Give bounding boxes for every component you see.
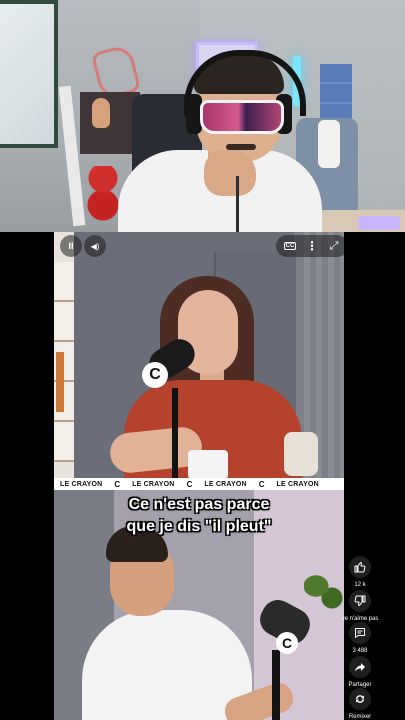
room-window [0,0,58,148]
microphone-logo: C [142,362,168,388]
remix-icon [356,695,364,703]
like-count: 12 k [354,582,366,588]
share-icon [355,663,365,672]
like-button[interactable] [349,556,371,578]
remix-label: Remixer [348,714,372,720]
comment-button[interactable] [349,622,371,644]
share-button[interactable] [349,656,371,678]
thumb-up-icon [354,562,366,573]
comment-icon [355,628,365,638]
ticker-item: LE CRAYON [276,480,319,488]
fullscreen-icon: ⤢ [329,239,339,252]
ticker-logo: C [258,479,265,489]
floor-mat [358,216,400,230]
player-options: CC ⋮ ⤢ [276,235,344,257]
caption-line-2: que je dis "il pleut" [126,518,272,535]
remix-button[interactable] [349,688,371,710]
streamer-webcam [0,0,405,232]
dislike-action[interactable]: Je n'aime pas [342,590,378,622]
headphone-cable [236,176,239,232]
more-options-button[interactable]: ⋮ [302,235,322,257]
volume-button[interactable]: ◀) [84,235,106,257]
plant [304,570,344,610]
captions-icon: CC [283,242,297,250]
video-caption: Ce n'est pas parce que je dis "il pleut" [54,494,344,538]
dislike-button[interactable] [349,590,371,612]
host-microphone-logo: C [276,632,298,654]
volume-icon: ◀) [90,241,100,251]
like-action[interactable]: 12 k [344,556,376,588]
red-decor [86,166,120,226]
comment-action[interactable]: 3 488 [344,622,376,654]
more-vert-icon: ⋮ [306,239,318,253]
mannequin-head [92,98,110,128]
video-player[interactable]: C II ◀) CC ⋮ ⤢ LE CRAYON C LE CRAYON C L… [54,232,344,720]
share-action[interactable]: Partager [344,656,376,688]
brand-ticker: LE CRAYON C LE CRAYON C LE CRAYON C LE C… [54,478,344,490]
armchair [284,432,318,476]
fullscreen-button[interactable]: ⤢ [324,235,344,257]
ticker-logo: C [186,479,193,489]
remix-action[interactable]: Remixer [344,688,376,720]
podcast-scene-guest: C [54,232,344,484]
ticker-logo: C [114,479,121,489]
ticker-item: LE CRAYON [204,480,247,488]
shelf [80,92,140,154]
caption-line-1: Ce n'est pas parce [128,496,270,513]
pause-icon: II [68,241,74,251]
captions-button[interactable]: CC [280,235,300,257]
pause-button[interactable]: II [60,235,82,257]
ticker-item: LE CRAYON [60,480,103,488]
ticker-item: LE CRAYON [132,480,175,488]
thumb-down-icon [354,595,366,606]
streamer-hand [204,150,256,196]
microphone-arm [172,388,178,478]
sofa-pillow [318,120,340,168]
sunglasses [200,100,284,134]
comment-count: 3 488 [352,648,368,654]
book [56,352,64,412]
host-microphone-arm [272,650,280,720]
